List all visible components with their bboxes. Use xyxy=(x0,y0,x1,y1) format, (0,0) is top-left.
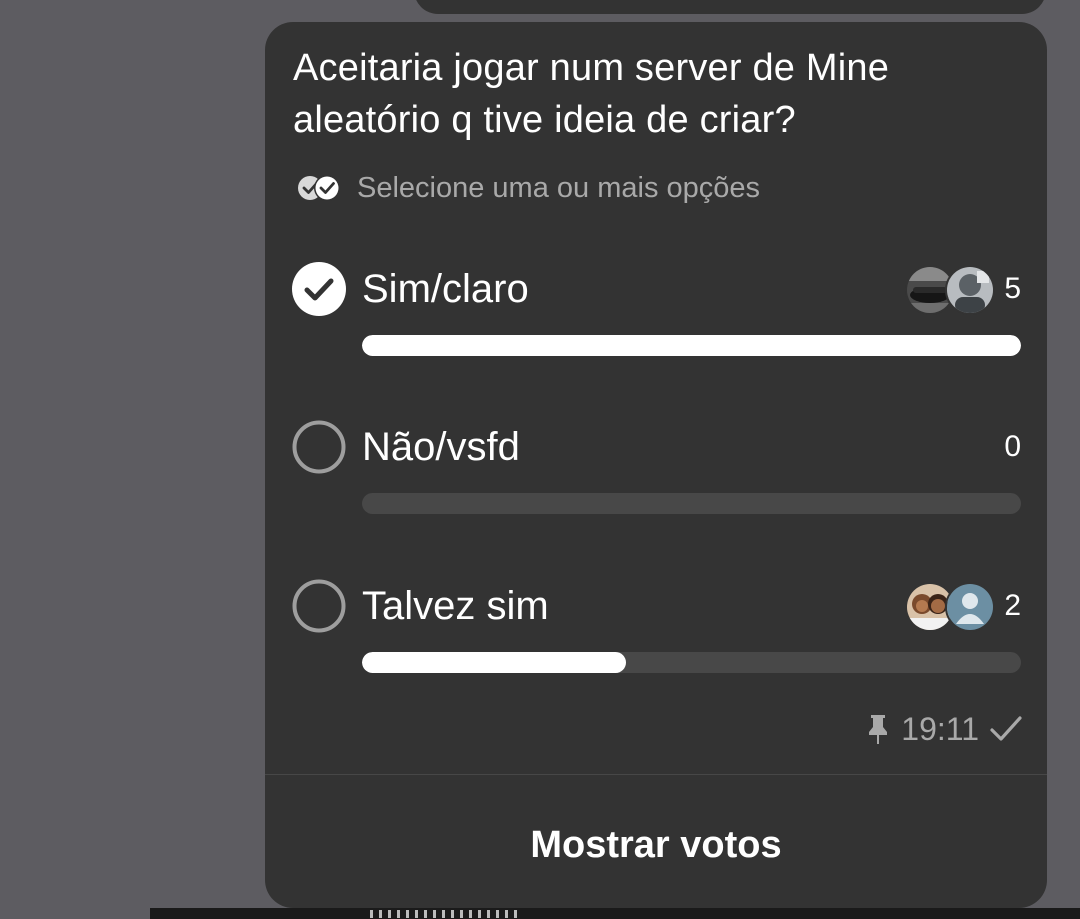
chat-background: Aceitaria jogar num server de Mine aleat… xyxy=(0,0,1080,919)
vote-progress-bar xyxy=(362,335,1021,356)
avatar-default-person xyxy=(945,582,995,632)
poll-option-label: Talvez sim xyxy=(362,584,549,628)
poll-question: Aceitaria jogar num server de Mine aleat… xyxy=(293,47,890,141)
message-time: 19:11 xyxy=(901,710,979,747)
vote-progress-fill xyxy=(362,652,626,673)
vote-count: 0 xyxy=(1004,430,1021,463)
poll-option-label: Não/vsfd xyxy=(362,425,520,469)
vote-progress-bar xyxy=(362,652,1021,673)
double-check-icon xyxy=(298,175,340,201)
poll-option-nao-vsfd[interactable]: Não/vsfd 0 xyxy=(265,420,1047,520)
show-votes-button[interactable]: Mostrar votos xyxy=(265,775,1047,908)
voter-avatars[interactable] xyxy=(905,582,997,632)
poll-option-talvez-sim[interactable]: Talvez sim 2 xyxy=(265,579,1047,679)
poll-hint: Selecione uma ou mais opções xyxy=(295,170,760,206)
vote-progress-fill xyxy=(362,335,1021,356)
image-preview xyxy=(370,910,520,918)
message-meta: 19:11 xyxy=(865,707,1023,751)
avatar-grey-photo xyxy=(945,265,995,315)
check-icon xyxy=(990,716,1022,741)
vote-count: 5 xyxy=(1004,272,1021,305)
poll-message-bubble[interactable]: Aceitaria jogar num server de Mine aleat… xyxy=(265,22,1047,908)
checked-circle-icon[interactable] xyxy=(292,262,346,316)
next-message-preview xyxy=(150,908,1080,919)
radio-circle-icon[interactable] xyxy=(292,579,346,633)
pin-icon xyxy=(869,715,888,744)
previous-message-bubble[interactable] xyxy=(414,0,1046,14)
poll-hint-text: Selecione uma ou mais opções xyxy=(357,171,761,204)
vote-count: 2 xyxy=(1004,589,1021,622)
poll-option-label: Sim/claro xyxy=(362,267,529,311)
poll-option-sim-claro[interactable]: Sim/claro 5 xyxy=(265,262,1047,362)
radio-circle-icon[interactable] xyxy=(292,420,346,474)
voter-avatars[interactable] xyxy=(905,265,997,315)
vote-progress-bar xyxy=(362,493,1021,514)
